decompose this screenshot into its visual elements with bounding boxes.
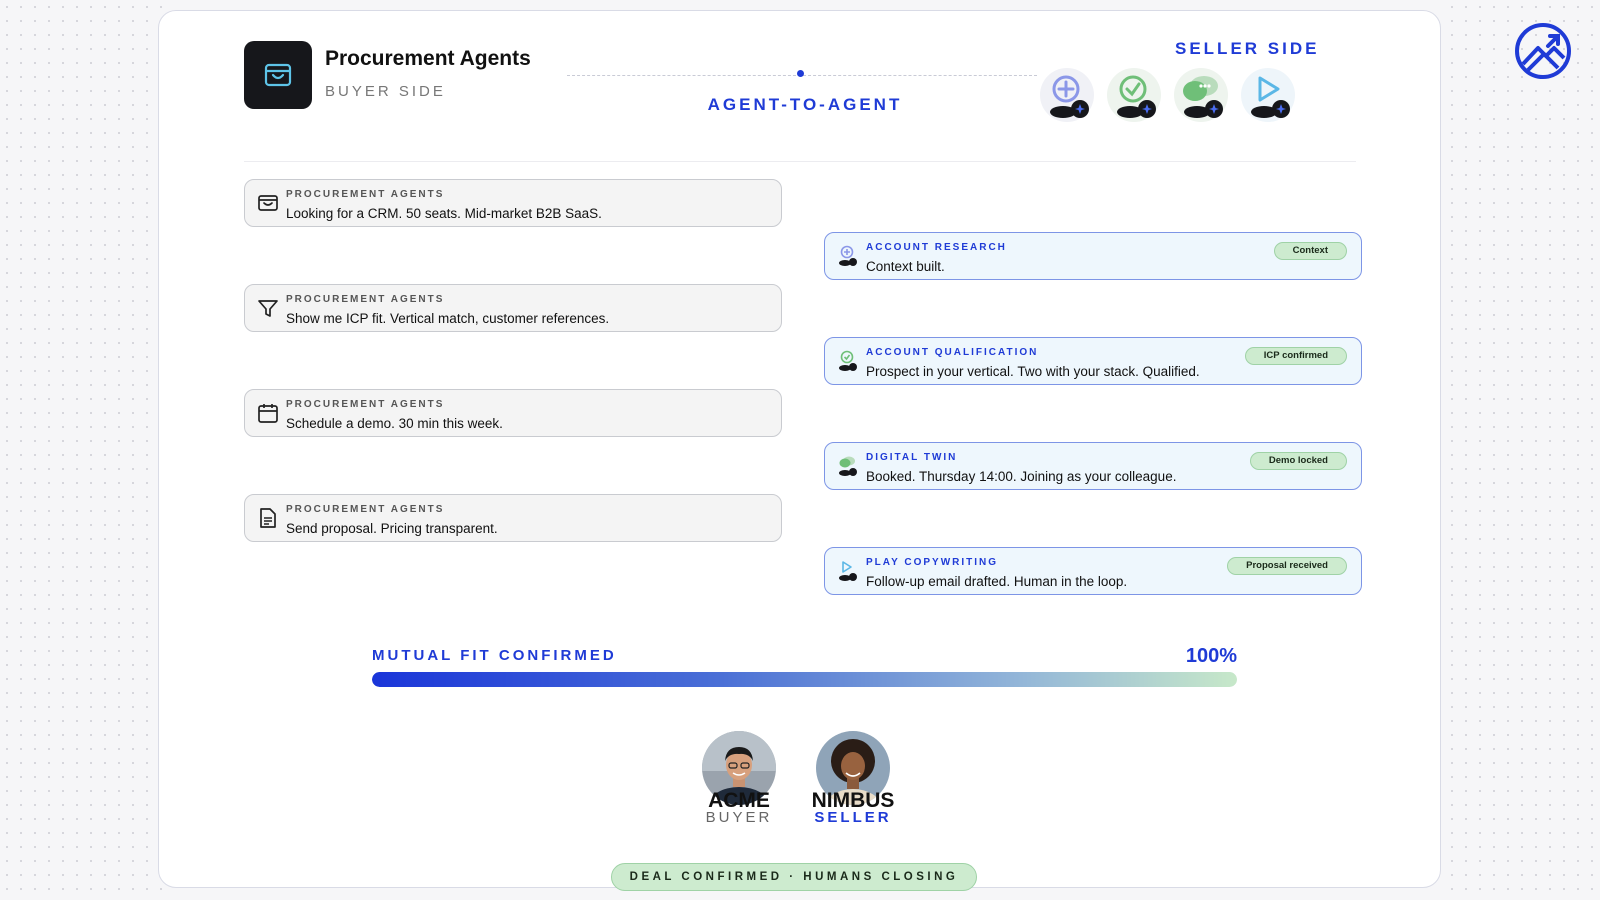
calendar-icon — [258, 404, 278, 423]
seller-side-label: SELLER SIDE — [1175, 39, 1320, 58]
chat-bubbles-agent-icon — [1174, 68, 1228, 122]
filter-icon — [258, 300, 278, 317]
agent-to-agent-label: AGENT-TO-AGENT — [707, 95, 903, 114]
app-subtitle: BUYER SIDE — [325, 83, 446, 100]
buyer-message-text: Looking for a CRM. 50 seats. Mid-market … — [286, 206, 602, 221]
document-icon — [260, 508, 276, 528]
seller-message-label: DIGITAL TWIN — [866, 452, 958, 463]
app-icon — [244, 41, 312, 109]
account-research-agent-icon — [839, 245, 857, 266]
buyer-message-text: Show me ICP fit. Vertical match, custome… — [286, 311, 610, 326]
connector-dot — [797, 70, 804, 77]
status-badge: Proposal received — [1227, 557, 1347, 575]
check-circle-agent-icon — [1107, 68, 1161, 122]
buyer-message: PROCUREMENT AGENTS Send proposal. Pricin… — [244, 494, 782, 542]
seller-message-text: Booked. Thursday 14:00. Joining as your … — [866, 469, 1177, 484]
buyer-message: PROCUREMENT AGENTS Schedule a demo. 30 m… — [244, 389, 782, 437]
seller-message-text: Follow-up email drafted. Human in the lo… — [866, 574, 1128, 589]
progress-bar — [372, 672, 1237, 687]
app-title: Procurement Agents — [325, 47, 531, 70]
brand-logo-icon — [1515, 23, 1571, 79]
status-badge: Demo locked — [1249, 452, 1347, 470]
header-divider — [244, 161, 1356, 162]
buyer-message-text: Schedule a demo. 30 min this week. — [286, 416, 503, 431]
seller-message-label: PLAY COPYWRITING — [866, 557, 999, 568]
seller-message: ACCOUNT QUALIFICATION Prospect in your v… — [824, 337, 1362, 385]
progress-bar-fill — [372, 672, 1237, 687]
seller-role: SELLER — [814, 809, 892, 826]
play-agent-icon — [1241, 68, 1295, 122]
dot-pattern-right — [1445, 0, 1600, 900]
dot-pattern-left — [0, 0, 170, 900]
play-copywriting-agent-icon — [839, 561, 857, 581]
buyer-message: PROCUREMENT AGENTS Show me ICP fit. Vert… — [244, 284, 782, 332]
progress-value: 100% — [1185, 645, 1237, 667]
seller-message: PLAY COPYWRITING Follow-up email drafted… — [824, 547, 1362, 595]
buyer-message-text: Send proposal. Pricing transparent. — [286, 521, 498, 536]
buyer-message-label: PROCUREMENT AGENTS — [286, 294, 445, 305]
seller-message-label: ACCOUNT QUALIFICATION — [866, 347, 1039, 358]
buyer-message-label: PROCUREMENT AGENTS — [286, 189, 445, 200]
status-badge: ICP confirmed — [1244, 347, 1347, 365]
status-badge: Context — [1273, 242, 1347, 260]
deal-status-badge: DEAL CONFIRMED · HUMANS CLOSING — [611, 863, 977, 891]
buyer-message-label: PROCUREMENT AGENTS — [286, 504, 445, 515]
buyer-message-label: PROCUREMENT AGENTS — [286, 399, 445, 410]
seller-message-label: ACCOUNT RESEARCH — [866, 242, 1007, 253]
seller-message-text: Prospect in your vertical. Two with your… — [866, 364, 1200, 379]
seller-message: ACCOUNT RESEARCH Context built. Context — [824, 232, 1362, 280]
buyer-message: PROCUREMENT AGENTS Looking for a CRM. 50… — [244, 179, 782, 227]
shopping-bag-icon — [264, 63, 292, 87]
seller-message: DIGITAL TWIN Booked. Thursday 14:00. Joi… — [824, 442, 1362, 490]
main-card: Procurement Agents BUYER SIDE AGENT-TO-A… — [158, 10, 1441, 891]
digital-twin-agent-icon — [839, 456, 857, 476]
progress-label: MUTUAL FIT CONFIRMED — [372, 647, 617, 664]
plus-circle-agent-icon — [1040, 68, 1094, 122]
buyer-role: BUYER — [705, 809, 773, 826]
seller-message-text: Context built. — [866, 259, 945, 274]
account-qualification-agent-icon — [839, 350, 857, 371]
inbox-icon — [258, 195, 278, 211]
